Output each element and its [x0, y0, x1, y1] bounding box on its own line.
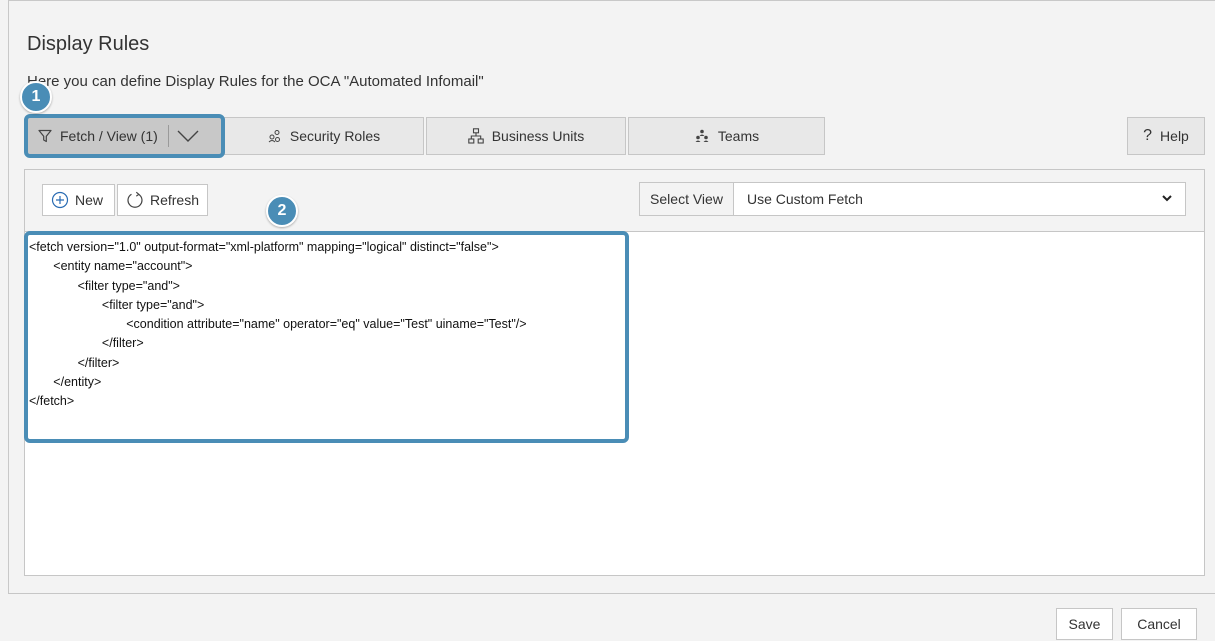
- plus-circle-icon: [51, 191, 69, 209]
- select-view-label: Select View: [639, 182, 734, 216]
- teams-icon: [695, 129, 709, 142]
- new-button-label: New: [75, 192, 104, 208]
- dialog-footer: [8, 593, 1215, 641]
- new-button[interactable]: New: [42, 184, 115, 216]
- hierarchy-icon: [467, 128, 484, 144]
- chevron-down-icon: [1162, 195, 1172, 202]
- tab-label: Security Roles: [289, 128, 381, 144]
- select-view-dropdown[interactable]: Use Custom Fetch: [733, 182, 1186, 216]
- tab-business-units[interactable]: Business Units: [426, 117, 626, 155]
- page-title: Display Rules: [27, 33, 150, 55]
- refresh-icon: [127, 191, 143, 208]
- question-icon: ?: [1143, 127, 1153, 144]
- panel-toolbar: New Refresh Select View Use Custom Fetch: [25, 170, 1204, 232]
- callout-badge-1: 1: [20, 81, 52, 113]
- save-button[interactable]: Save: [1056, 608, 1113, 640]
- tab-teams[interactable]: Teams: [628, 117, 825, 155]
- refresh-button-label: Refresh: [149, 192, 199, 208]
- select-view-value: Use Custom Fetch: [747, 191, 863, 207]
- tab-security-roles[interactable]: Security Roles: [224, 117, 424, 155]
- help-button[interactable]: ? Help: [1127, 117, 1205, 155]
- callout-badge-2: 2: [266, 195, 298, 227]
- security-roles-icon: [268, 130, 280, 143]
- help-label: Help: [1160, 128, 1189, 144]
- page-subtitle: Here you can define Display Rules for th…: [27, 73, 484, 90]
- callout-highlight-fetch-xml: [24, 231, 629, 443]
- refresh-button[interactable]: Refresh: [117, 184, 208, 216]
- tab-label: Business Units: [491, 128, 585, 144]
- callout-highlight-fetch-tab: [24, 114, 225, 158]
- cancel-button[interactable]: Cancel: [1121, 608, 1197, 640]
- tab-label: Teams: [717, 128, 760, 144]
